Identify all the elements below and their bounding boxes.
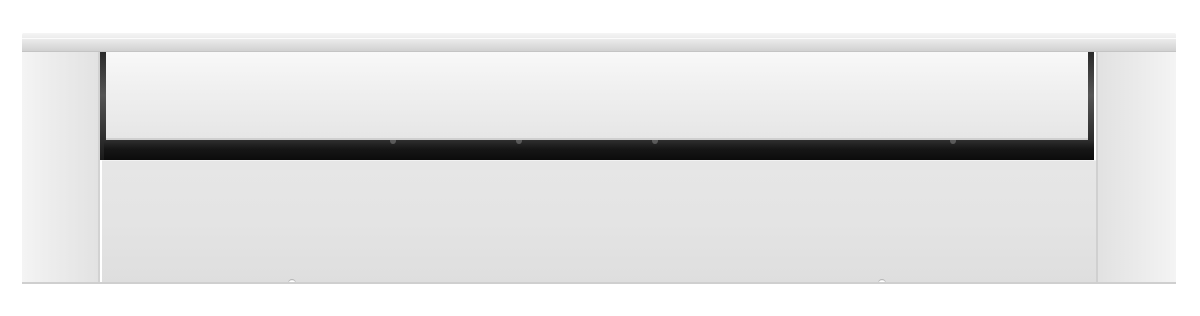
- outlet-fin-glint: [652, 140, 658, 144]
- image-stage: [0, 0, 1200, 316]
- heater-air-outlet: [104, 140, 1094, 160]
- baseboard-heater: [22, 32, 1176, 284]
- heater-front-panel: [102, 160, 1096, 284]
- heater-top-cap: [22, 32, 1176, 52]
- heater-louver-damper: [104, 52, 1094, 140]
- heater-left-end-cap: [22, 52, 100, 284]
- outlet-fin-glint: [950, 140, 956, 144]
- heater-bottom-edge: [22, 282, 1176, 284]
- heater-right-end-cap: [1096, 52, 1176, 284]
- outlet-fin-glint: [390, 140, 396, 144]
- outlet-fin-glint: [516, 140, 522, 144]
